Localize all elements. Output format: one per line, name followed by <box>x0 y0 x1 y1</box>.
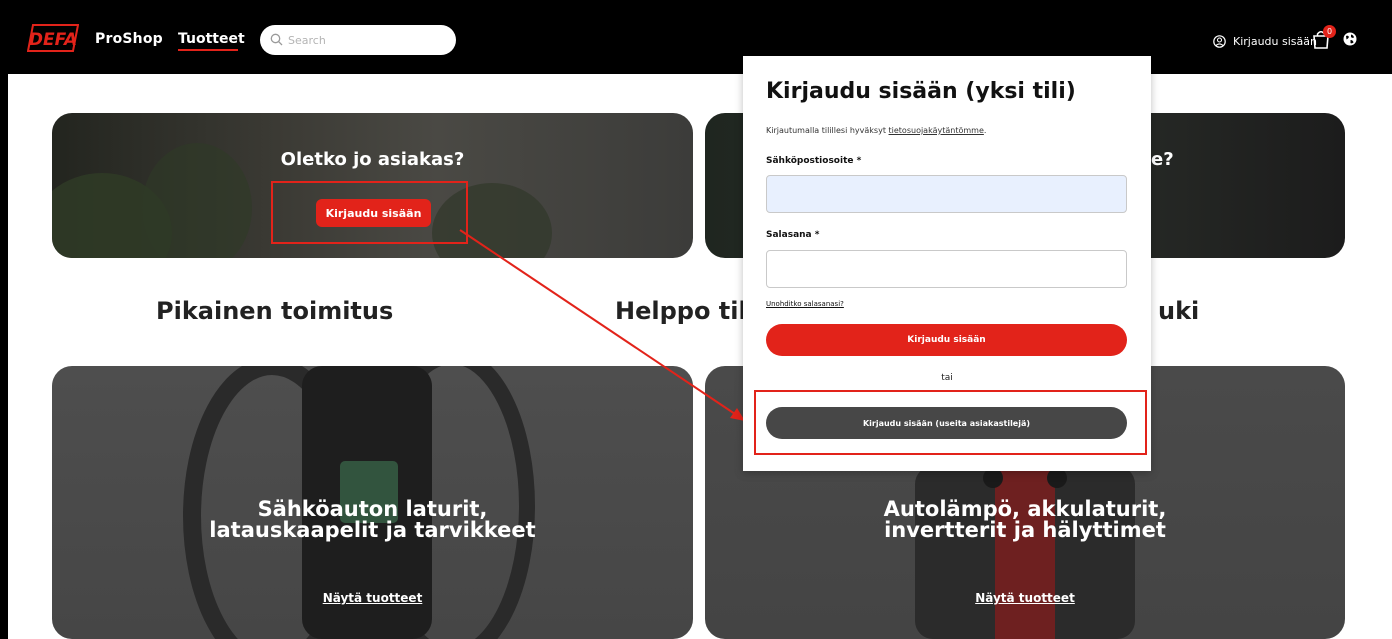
category-title-ev-line1: Sähköauton laturit, <box>257 497 488 521</box>
hero-title-existing-customer: Oletko jo asiakas? <box>280 149 465 170</box>
feature-support: uki <box>1158 297 1200 325</box>
consent-text: Kirjautumalla tilillesi hyväksyt <box>766 126 889 135</box>
password-label: Salasana * <box>766 230 820 240</box>
login-button[interactable]: Kirjaudu sisään <box>766 324 1127 356</box>
feature-easy-ordering: Helppo til <box>615 297 747 325</box>
search-box[interactable] <box>260 25 456 55</box>
highlight-multi-account-button <box>754 390 1147 455</box>
site-header: DEFA ProShop Tuotteet Kirjaudu sisään <box>8 0 1392 74</box>
page: DEFA ProShop Tuotteet Kirjaudu sisään <box>0 0 1392 639</box>
brand-name[interactable]: ProShop <box>95 31 163 47</box>
globe-icon[interactable] <box>1343 32 1357 46</box>
header-login-link[interactable]: Kirjaudu sisään <box>1213 33 1317 49</box>
category-title-heaters-line1: Autolämpö, akkulaturit, <box>883 497 1167 521</box>
password-field[interactable] <box>766 250 1127 288</box>
privacy-consent: Kirjautumalla tilillesi hyväksyt tietosu… <box>766 126 986 135</box>
feature-fast-delivery: Pikainen toimitus <box>156 297 394 325</box>
category-link-heaters[interactable]: Näytä tuotteet <box>705 591 1345 605</box>
header-login-label: Kirjaudu sisään <box>1233 34 1317 48</box>
nav-active-underline <box>178 49 238 51</box>
category-title-ev-line2: latauskaapelit ja tarvikkeet <box>209 518 536 542</box>
category-title-heaters: Autolämpö, akkulaturit, invertterit ja h… <box>705 499 1345 541</box>
category-title-ev: Sähköauton laturit, latauskaapelit ja ta… <box>52 499 693 541</box>
hero-title-new-customer: e? <box>1151 149 1174 170</box>
nav-products[interactable]: Tuotteet <box>178 31 245 47</box>
defa-logo[interactable]: DEFA <box>27 24 79 52</box>
user-circle-icon <box>1213 34 1226 48</box>
logo-text: DEFA <box>29 30 77 50</box>
search-input[interactable] <box>288 25 448 55</box>
highlight-hero-login <box>271 181 468 244</box>
category-title-heaters-line2: invertterit ja hälyttimet <box>884 518 1166 542</box>
privacy-policy-link[interactable]: tietosuojakäytäntömme <box>889 126 984 135</box>
page-content: DEFA ProShop Tuotteet Kirjaudu sisään <box>8 0 1392 639</box>
category-link-ev[interactable]: Näytä tuotteet <box>52 591 693 605</box>
modal-title: Kirjaudu sisään (yksi tili) <box>766 79 1076 104</box>
or-separator: tai <box>941 373 953 383</box>
email-field[interactable] <box>766 175 1127 213</box>
search-icon <box>270 33 283 46</box>
email-label: Sähköpostiosoite * <box>766 156 862 166</box>
cart-count-badge: 0 <box>1323 25 1336 38</box>
consent-suffix: . <box>983 126 987 135</box>
forgot-password-link[interactable]: Unohditko salasanasi? <box>766 300 844 308</box>
category-card-ev-chargers[interactable]: Sähköauton laturit, latauskaapelit ja ta… <box>52 366 693 639</box>
